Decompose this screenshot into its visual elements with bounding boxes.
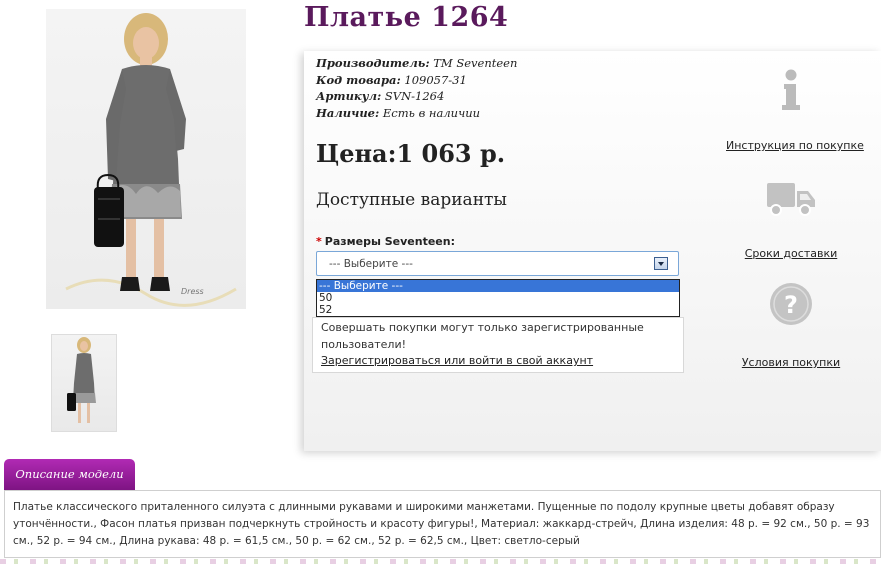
- required-mark: *: [316, 235, 322, 248]
- product-title: Платье 1264: [304, 2, 509, 33]
- size-option-placeholder[interactable]: --- Выберите ---: [317, 280, 679, 292]
- dress-thumbnail-image: [67, 337, 96, 423]
- dress-model-image: Dress: [65, 13, 237, 307]
- size-option-52[interactable]: 52: [317, 304, 679, 316]
- meta-label: Наличие:: [316, 105, 380, 120]
- product-price: Цена:1 063 р.: [316, 139, 506, 168]
- question-icon: ?: [770, 283, 812, 325]
- size-select[interactable]: --- Выберите ---: [316, 251, 679, 276]
- side-link-label[interactable]: Инструкция по покупке: [726, 139, 864, 152]
- meta-label: Код товара:: [316, 72, 401, 87]
- registration-notice: Совершать покупки могут только зарегистр…: [312, 317, 684, 373]
- side-link-terms[interactable]: ? Условия покупки: [726, 281, 856, 369]
- size-dropdown-list[interactable]: --- Выберите --- 50 52: [316, 279, 680, 317]
- svg-text:?: ?: [784, 291, 798, 319]
- size-option-50[interactable]: 50: [317, 292, 679, 304]
- tab-description[interactable]: Описание модели: [4, 459, 135, 490]
- meta-value: SVN-1264: [384, 89, 445, 103]
- truck-icon: [767, 183, 815, 216]
- product-info-panel: Производитель: TM Seventeen Код товара: …: [304, 51, 881, 451]
- meta-manufacturer: Производитель: TM Seventeen: [316, 55, 517, 72]
- meta-label: Производитель:: [316, 56, 430, 70]
- size-select-value: --- Выберите ---: [329, 258, 413, 270]
- svg-text:Dress: Dress: [181, 287, 204, 296]
- meta-product-code: Код товара: 109057-31: [316, 72, 517, 89]
- side-link-label[interactable]: Условия покупки: [726, 356, 856, 369]
- variants-heading: Доступные варианты: [316, 190, 507, 210]
- side-link-instructions[interactable]: Инструкция по покупке: [726, 69, 864, 152]
- product-main-photo[interactable]: Dress: [46, 9, 246, 309]
- meta-value: 109057-31: [404, 72, 467, 87]
- product-thumbnail[interactable]: [51, 334, 117, 432]
- side-link-label[interactable]: Сроки доставки: [726, 247, 856, 260]
- meta-value: Есть в наличии: [382, 105, 481, 120]
- meta-value: TM Seventeen: [433, 56, 518, 70]
- notice-text: Совершать покупки могут только зарегистр…: [321, 321, 644, 351]
- chevron-down-icon[interactable]: [654, 257, 668, 270]
- info-icon: [782, 69, 800, 110]
- register-login-link[interactable]: Зарегистрироваться или войти в свой акка…: [321, 353, 675, 370]
- footer-decoration: [0, 559, 881, 564]
- meta-label: Артикул:: [316, 89, 382, 103]
- size-label: * Размеры Seventeen:: [316, 235, 455, 248]
- meta-availability: Наличие: Есть в наличии: [316, 105, 517, 122]
- description-text: Платье классического приталенного силуэт…: [4, 490, 881, 558]
- side-link-delivery[interactable]: Сроки доставки: [726, 179, 856, 260]
- product-meta: Производитель: TM Seventeen Код товара: …: [316, 55, 517, 121]
- meta-article: Артикул: SVN-1264: [316, 88, 517, 105]
- size-label-text: Размеры Seventeen:: [324, 235, 455, 248]
